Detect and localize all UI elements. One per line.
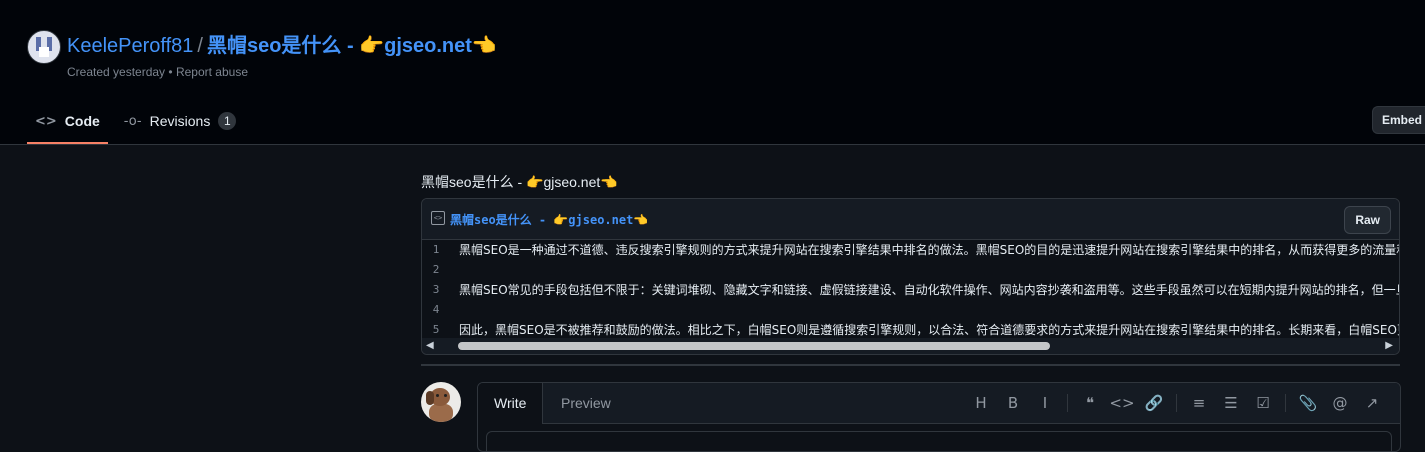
raw-button[interactable]: Raw [1344,206,1391,234]
file-code-icon: <> [431,211,445,225]
line-number[interactable]: 1 [422,240,450,260]
line-number[interactable]: 4 [422,300,450,320]
gist-name-link[interactable]: 黑帽seo是什么 - 👉gjseo.net👈 [207,35,497,57]
line-number[interactable]: 2 [422,260,450,280]
line-text: 因此，黑帽SEO是不被推荐和鼓励的做法。相比之下，白帽SEO则是遵循搜索引擎规则… [459,323,1399,337]
reference-icon[interactable]: ↗ [1356,394,1388,412]
line-number[interactable]: 5 [422,320,450,340]
tab-revisions[interactable]: -o- Revisions 1 [116,100,245,142]
embed-button[interactable]: Embed [1372,106,1425,134]
gist-meta: Created yesterday • Report abuse [67,65,248,79]
attach-icon[interactable]: 📎 [1292,394,1324,412]
code-icon[interactable]: <> [1106,394,1138,412]
code-line: 1 黑帽SEO是一种通过不道德、违反搜索引擎规则的方式来提升网站在搜索引擎结果中… [422,240,1399,260]
commenter-avatar[interactable] [421,382,461,422]
tab-preview[interactable]: Preview [545,383,627,423]
unordered-list-icon[interactable]: ☰ [1215,394,1247,412]
mention-icon[interactable]: @ [1324,394,1356,412]
tab-code[interactable]: <> Code [27,100,108,144]
numbered-list-icon[interactable]: ≡ [1183,394,1215,412]
code-line: 4 [422,300,1399,320]
line-number[interactable]: 3 [422,280,450,300]
code-line: 5 因此，黑帽SEO是不被推荐和鼓励的做法。相比之下，白帽SEO则是遵循搜索引擎… [422,320,1399,340]
code-icon: <> [35,113,57,129]
comment-editor: Write Preview H B I ❝ <> 🔗 ≡ ☰ ☑ 📎 @ ↗ [477,382,1401,452]
task-list-icon[interactable]: ☑ [1247,394,1279,412]
scroll-left-icon[interactable]: ◀ [426,340,434,351]
formatting-tools: H B I ❝ <> 🔗 ≡ ☰ ☑ 📎 @ ↗ [965,383,1388,423]
created-text: Created yesterday [67,65,166,79]
horizontal-scrollbar[interactable]: ◀ ▶ [422,338,1399,354]
report-abuse-link[interactable]: Report abuse [176,65,248,79]
owner-link[interactable]: KeelePeroff81 [67,35,193,57]
link-icon[interactable]: 🔗 [1138,394,1170,412]
comment-textarea[interactable] [486,431,1392,451]
gist-tabs: <> Code -o- Revisions 1 [27,100,252,144]
italic-icon[interactable]: I [1029,394,1061,412]
gist-description: 黑帽seo是什么 - 👉gjseo.net👈 [421,174,618,190]
quote-icon[interactable]: ❝ [1074,394,1106,412]
owner-avatar[interactable] [27,30,61,64]
tab-revisions-label: Revisions [149,113,211,129]
scroll-right-icon[interactable]: ▶ [1385,340,1393,351]
scrollbar-thumb[interactable] [458,342,1050,350]
editor-toolbar: Write Preview H B I ❝ <> 🔗 ≡ ☰ ☑ 📎 @ ↗ [478,383,1400,424]
heading-icon[interactable]: H [965,394,997,412]
line-text: 黑帽SEO是一种通过不道德、违反搜索引擎规则的方式来提升网站在搜索引擎结果中排名… [459,243,1399,257]
toolbar-separator [1176,394,1177,412]
tab-write[interactable]: Write [478,383,544,424]
toolbar-separator [1285,394,1286,412]
code-line: 2 [422,260,1399,280]
toolbar-separator [1067,394,1068,412]
title-separator: / [197,35,203,57]
bold-icon[interactable]: B [997,394,1029,412]
meta-dot: • [168,65,173,79]
tab-code-label: Code [64,113,100,129]
line-text: 黑帽SEO常见的手段包括但不限于：关键词堆砌、隐藏文字和链接、虚假链接建设、自动… [459,283,1399,297]
code-view: 1 黑帽SEO是一种通过不道德、违反搜索引擎规则的方式来提升网站在搜索引擎结果中… [422,240,1399,340]
file-header: <> 黑帽seo是什么 - 👉gjseo.net👈 Raw [422,199,1399,240]
gist-header: KeelePeroff81/黑帽seo是什么 - 👉gjseo.net👈 Cre… [0,0,1425,145]
file-name-link[interactable]: 黑帽seo是什么 - 👉gjseo.net👈 [450,211,648,228]
section-divider [421,364,1400,366]
revisions-count-badge: 1 [218,112,237,130]
gist-title: KeelePeroff81/黑帽seo是什么 - 👉gjseo.net👈 [67,33,497,59]
file-box: <> 黑帽seo是什么 - 👉gjseo.net👈 Raw 1 黑帽SEO是一种… [421,198,1400,355]
code-line: 3 黑帽SEO常见的手段包括但不限于：关键词堆砌、隐藏文字和链接、虚假链接建设、… [422,280,1399,300]
git-commit-icon: -o- [123,113,142,129]
